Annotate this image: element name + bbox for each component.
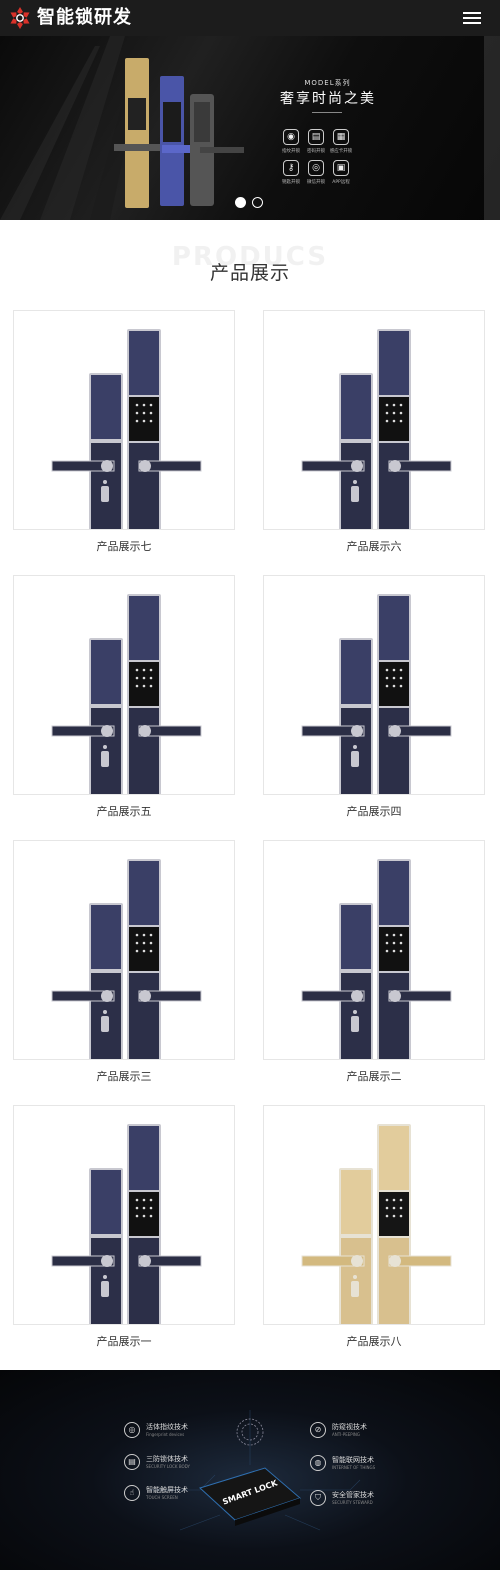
section-title: 产品展示 [209, 262, 290, 284]
phone-icon: ◎ [308, 160, 324, 176]
lock-illustration [51, 329, 202, 544]
product-card[interactable]: 产品展示一 [13, 1105, 235, 1350]
lock-icon: ▤ [124, 1454, 140, 1470]
fingerprint-icon: ◎ [124, 1422, 140, 1438]
top-header: 智能锁研发 [0, 0, 500, 36]
product-name[interactable]: 产品展示七 [13, 538, 235, 554]
product-name[interactable]: 产品展示一 [13, 1333, 235, 1349]
product-card[interactable]: 产品展示三 [13, 840, 235, 1085]
banner-slogan: 奢享时尚之美 [280, 91, 376, 107]
lock-illustration [301, 859, 452, 1074]
lock-illustration [51, 859, 202, 1074]
tech-band-background [150, 1410, 361, 1531]
fingerprint-icon: ◉ [283, 129, 299, 145]
product-card[interactable]: 产品展示五 [13, 575, 235, 820]
product-image[interactable] [263, 1105, 485, 1339]
banner-model-line: MODEL系列 [304, 79, 351, 87]
card-icon: ▦ [333, 129, 349, 145]
product-card[interactable]: 产品展示六 [263, 310, 485, 555]
shield-icon: ⛉ [310, 1490, 326, 1506]
product-image[interactable] [13, 575, 235, 809]
product-name[interactable]: 产品展示五 [13, 803, 235, 819]
eye-off-icon: ⊘ [310, 1422, 326, 1438]
product-card[interactable]: 产品展示七 [13, 310, 235, 555]
product-name[interactable]: 产品展示六 [263, 538, 485, 554]
product-image[interactable] [13, 310, 235, 544]
wifi-icon: ◍ [310, 1455, 326, 1471]
product-card[interactable]: 产品展示二 [263, 840, 485, 1085]
lock-illustration [51, 1124, 202, 1339]
carousel-dot-1[interactable] [235, 197, 246, 208]
banner-background [0, 36, 500, 220]
product-image[interactable] [13, 1105, 235, 1339]
banner-lock-grey [190, 94, 244, 206]
keypad-icon: ▤ [308, 129, 324, 145]
carousel-dot-2[interactable] [252, 197, 263, 208]
product-image[interactable] [263, 310, 485, 544]
app-icon: ▣ [333, 160, 349, 176]
lock-illustration [301, 594, 452, 809]
product-name[interactable]: 产品展示四 [263, 803, 485, 819]
brand-title[interactable]: 智能锁研发 [37, 6, 132, 30]
feature-card: ▦ 感应卡开锁 [324, 129, 358, 154]
lock-illustration [301, 1124, 452, 1339]
brand-logo-icon[interactable] [8, 6, 32, 30]
hero-banner: MODEL系列 奢享时尚之美 ◉ 指纹开锁 ▤ 密码开锁 ▦ 感应卡开锁 ⚷ 钥… [0, 36, 500, 220]
key-icon: ⚷ [283, 160, 299, 176]
tech-features-band: SMART LOCK ◎ 活体指纹技术 Fingerprint devices … [0, 1370, 500, 1570]
slogan-divider [312, 112, 342, 113]
product-card[interactable]: 产品展示四 [263, 575, 485, 820]
lock-illustration [301, 329, 452, 544]
product-name[interactable]: 产品展示八 [263, 1333, 485, 1349]
lock-illustration [51, 594, 202, 809]
hamburger-menu-icon[interactable] [460, 8, 486, 28]
product-card[interactable]: 产品展示八 [263, 1105, 485, 1350]
product-image[interactable] [263, 575, 485, 809]
hand-icon: ☝ [124, 1485, 140, 1501]
feature-app: ▣ APP远程 [324, 160, 358, 185]
product-name[interactable]: 产品展示二 [263, 1068, 485, 1084]
product-image[interactable] [263, 840, 485, 1074]
product-name[interactable]: 产品展示三 [13, 1068, 235, 1084]
product-image[interactable] [13, 840, 235, 1074]
